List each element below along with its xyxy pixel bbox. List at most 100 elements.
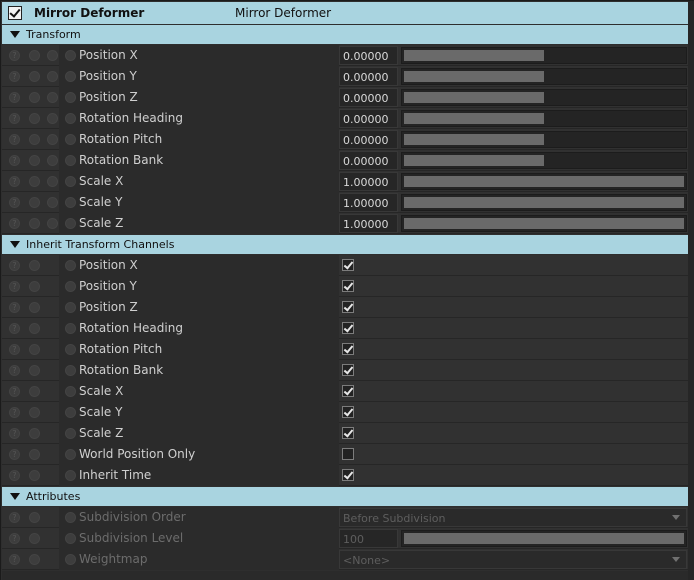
help-icon[interactable]: ? — [9, 302, 20, 313]
help-icon[interactable]: ? — [9, 554, 20, 565]
help-icon[interactable]: ? — [9, 176, 20, 187]
help-icon[interactable]: ? — [9, 218, 20, 229]
help-icon[interactable]: ? — [9, 365, 20, 376]
lock-icon[interactable] — [47, 134, 58, 145]
animate-icon[interactable] — [29, 365, 40, 376]
keyframe-icon[interactable] — [65, 386, 76, 397]
rotation-pitch-slider[interactable] — [401, 131, 687, 148]
position-z-slider[interactable] — [401, 89, 687, 106]
animate-icon[interactable] — [29, 71, 40, 82]
scale-z-slider[interactable] — [401, 215, 687, 232]
help-icon[interactable]: ? — [9, 281, 20, 292]
animate-icon[interactable] — [29, 386, 40, 397]
keyframe-icon[interactable] — [65, 449, 76, 460]
position-x-slider[interactable] — [401, 47, 687, 64]
help-icon[interactable]: ? — [9, 71, 20, 82]
lock-icon[interactable] — [47, 113, 58, 124]
keyframe-icon[interactable] — [65, 365, 76, 376]
scale-z-checkbox[interactable] — [342, 427, 354, 439]
keyframe-icon[interactable] — [65, 302, 76, 313]
rotation-heading-input[interactable]: 0.00000 — [339, 109, 398, 128]
help-icon[interactable]: ? — [9, 323, 20, 334]
keyframe-icon[interactable] — [65, 134, 76, 145]
lock-icon[interactable] — [47, 155, 58, 166]
keyframe-icon[interactable] — [65, 533, 76, 544]
position-y-slider[interactable] — [401, 68, 687, 85]
help-icon[interactable]: ? — [9, 197, 20, 208]
help-icon[interactable]: ? — [9, 92, 20, 103]
weightmap-dropdown[interactable]: <None> — [339, 550, 687, 569]
animate-icon[interactable] — [29, 428, 40, 439]
animate-icon[interactable] — [29, 92, 40, 103]
animate-icon[interactable] — [29, 176, 40, 187]
deformer-name-field[interactable]: Mirror Deformer — [235, 6, 331, 20]
help-icon[interactable]: ? — [9, 470, 20, 481]
animate-icon[interactable] — [29, 512, 40, 523]
keyframe-icon[interactable] — [65, 92, 76, 103]
position-x-input[interactable]: 0.00000 — [339, 46, 398, 65]
rotation-bank-checkbox[interactable] — [342, 364, 354, 376]
inherit-time-checkbox[interactable] — [342, 469, 354, 481]
help-icon[interactable]: ? — [9, 512, 20, 523]
help-icon[interactable]: ? — [9, 407, 20, 418]
animate-icon[interactable] — [29, 113, 40, 124]
animate-icon[interactable] — [29, 554, 40, 565]
animate-icon[interactable] — [29, 449, 40, 460]
help-icon[interactable]: ? — [9, 449, 20, 460]
keyframe-icon[interactable] — [65, 218, 76, 229]
lock-icon[interactable] — [47, 176, 58, 187]
lock-icon[interactable] — [47, 92, 58, 103]
lock-icon[interactable] — [47, 218, 58, 229]
animate-icon[interactable] — [29, 323, 40, 334]
help-icon[interactable]: ? — [9, 386, 20, 397]
position-x-checkbox[interactable] — [342, 259, 354, 271]
rotation-pitch-checkbox[interactable] — [342, 343, 354, 355]
section-attributes[interactable]: Attributes — [2, 487, 688, 506]
section-inherit-transform-channels[interactable]: Inherit Transform Channels — [2, 235, 688, 254]
collapse-triangle-icon[interactable] — [10, 31, 20, 38]
animate-icon[interactable] — [29, 134, 40, 145]
animate-icon[interactable] — [29, 407, 40, 418]
keyframe-icon[interactable] — [65, 260, 76, 271]
scale-x-input[interactable]: 1.00000 — [339, 172, 398, 191]
scale-y-slider[interactable] — [401, 194, 687, 211]
animate-icon[interactable] — [29, 50, 40, 61]
help-icon[interactable]: ? — [9, 50, 20, 61]
keyframe-icon[interactable] — [65, 323, 76, 334]
keyframe-icon[interactable] — [65, 50, 76, 61]
collapse-triangle-icon[interactable] — [10, 241, 20, 248]
lock-icon[interactable] — [47, 50, 58, 61]
lock-icon[interactable] — [47, 71, 58, 82]
help-icon[interactable]: ? — [9, 533, 20, 544]
animate-icon[interactable] — [29, 155, 40, 166]
rotation-heading-checkbox[interactable] — [342, 322, 354, 334]
keyframe-icon[interactable] — [65, 554, 76, 565]
world-position-only-checkbox[interactable] — [342, 448, 354, 460]
position-z-input[interactable]: 0.00000 — [339, 88, 398, 107]
animate-icon[interactable] — [29, 470, 40, 481]
keyframe-icon[interactable] — [65, 197, 76, 208]
help-icon[interactable]: ? — [9, 155, 20, 166]
scale-x-slider[interactable] — [401, 173, 687, 190]
keyframe-icon[interactable] — [65, 176, 76, 187]
position-y-checkbox[interactable] — [342, 280, 354, 292]
help-icon[interactable]: ? — [9, 113, 20, 124]
keyframe-icon[interactable] — [65, 407, 76, 418]
keyframe-icon[interactable] — [65, 344, 76, 355]
rotation-bank-slider[interactable] — [401, 152, 687, 169]
scale-y-checkbox[interactable] — [342, 406, 354, 418]
animate-icon[interactable] — [29, 260, 40, 271]
keyframe-icon[interactable] — [65, 113, 76, 124]
help-icon[interactable]: ? — [9, 134, 20, 145]
keyframe-icon[interactable] — [65, 155, 76, 166]
animate-icon[interactable] — [29, 533, 40, 544]
scale-z-input[interactable]: 1.00000 — [339, 214, 398, 233]
help-icon[interactable]: ? — [9, 344, 20, 355]
lock-icon[interactable] — [47, 197, 58, 208]
rotation-pitch-input[interactable]: 0.00000 — [339, 130, 398, 149]
keyframe-icon[interactable] — [65, 428, 76, 439]
animate-icon[interactable] — [29, 197, 40, 208]
keyframe-icon[interactable] — [65, 281, 76, 292]
rotation-heading-slider[interactable] — [401, 110, 687, 127]
scale-x-checkbox[interactable] — [342, 385, 354, 397]
